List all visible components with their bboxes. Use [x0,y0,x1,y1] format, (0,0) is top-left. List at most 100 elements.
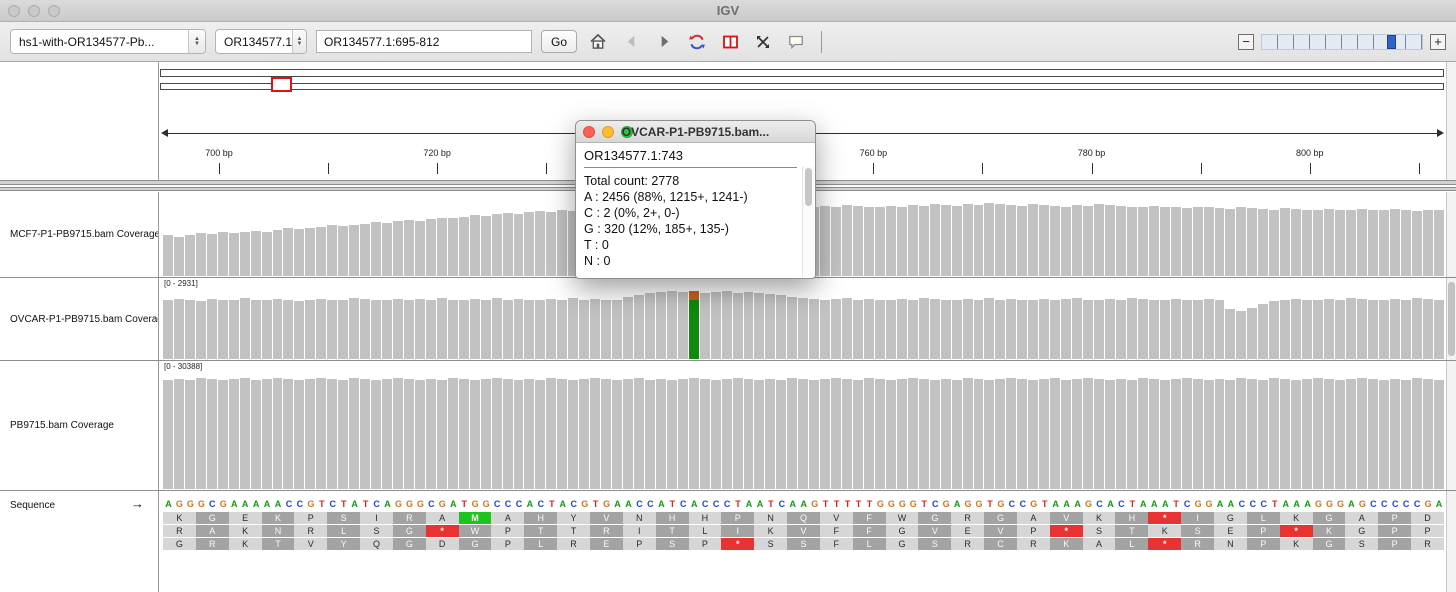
track-name-label: OVCAR-P1-PB9715.bam Coverag [10,314,158,325]
forward-icon[interactable] [652,30,676,54]
ruler-tick-mark [328,163,329,174]
zoom-out-button[interactable]: − [1238,34,1254,50]
coverage-bar [426,219,436,276]
sequence-base: A [754,498,765,511]
ruler-tick-label: 720 bp [423,148,451,158]
coverage-bar [952,206,962,276]
coverage-bar [1050,300,1060,360]
coverage-bar [470,380,480,489]
popup-scrollbar[interactable] [802,166,814,277]
refresh-icon[interactable] [685,30,709,54]
coverage-bar [251,231,261,276]
home-icon[interactable] [586,30,610,54]
track-name-ovcar[interactable]: OVCAR-P1-PB9715.bam Coverag [0,278,158,360]
coverage-bar [897,207,907,276]
define-region-icon[interactable] [718,30,742,54]
sequence-strand-arrow-icon[interactable]: → [131,496,144,511]
sequence-base: A [787,498,798,511]
chromosome-select[interactable]: OR134577.1 ▲▼ [215,29,307,54]
zoom-in-button[interactable]: + [1430,34,1446,50]
amino-acid-cell: I [623,525,656,537]
zoom-slider-thumb[interactable] [1387,35,1396,49]
view-region-red-box[interactable] [271,77,292,92]
coverage-bar [1401,380,1411,489]
sequence-base: C [207,498,218,511]
sequence-base: T [1171,498,1182,511]
coverage-bar [1171,207,1181,276]
coverage-bar [503,300,513,360]
sequence-base: C [1006,498,1017,511]
amino-acid-cell: G [459,538,492,550]
popup-scrollbar-thumb[interactable] [805,168,812,206]
back-icon[interactable] [619,30,643,54]
tooltip-bubble-icon[interactable] [784,30,808,54]
fit-to-window-icon[interactable] [751,30,775,54]
amino-acid-cell: T [656,525,689,537]
coverage-bar [1061,207,1071,276]
amino-acid-cell: P [491,525,524,537]
right-scrollbar-rail[interactable] [1446,62,1456,180]
sequence-data-panel[interactable]: AGGGCGAAAAACCGTCTATCAGGGCGATGGCCCACTACGT… [159,491,1446,592]
coverage-bar [941,300,951,360]
go-button[interactable]: Go [541,30,577,53]
sequence-base: A [273,498,284,511]
track-name-mcf7[interactable]: MCF7-P1-PB9715.bam Coverage [0,192,158,277]
coverage-bar [1258,380,1268,489]
coverage-bar [1039,205,1049,276]
sequence-base: G [995,498,1006,511]
right-scrollbar-rail[interactable] [1446,491,1456,592]
amino-acid-cell: T [524,525,557,537]
genome-select-stepper-icon[interactable]: ▲▼ [188,30,205,53]
amino-acid-cell: P [1411,525,1444,537]
sequence-base: C [1094,498,1105,511]
coverage-bar [886,300,896,360]
amino-acid-cell: G [1345,525,1378,537]
coverage-bar [273,299,283,359]
right-scrollbar-rail[interactable] [1446,361,1456,490]
track-range-label: [0 - 2931] [164,279,198,288]
coverage-bar [1357,299,1367,359]
coverage-bar [240,378,250,489]
track-data-pb9715[interactable]: [0 - 30388] [159,361,1446,490]
coverage-bar [1105,299,1115,359]
coverage-bar [1083,300,1093,360]
coverage-bar [229,379,239,489]
sequence-base: C [514,498,525,511]
allele-a-segment [689,300,699,359]
right-scrollbar-rail[interactable] [1446,192,1456,277]
coverage-bar [283,379,293,489]
sequence-base: T [765,498,776,511]
track-name-pb9715[interactable]: PB9715.bam Coverage [0,361,158,490]
sequence-rows: AGGGCGAAAAACCGTCTATCAGGGCGATGGCCCACTACGT… [163,498,1444,550]
chromosome-select-stepper-icon[interactable]: ▲▼ [292,30,306,53]
coverage-bar [360,224,370,276]
genome-select[interactable]: hs1-with-OR134577-Pb... ▲▼ [10,29,206,54]
coverage-bar [459,300,469,359]
sequence-base: G [601,498,612,511]
coverage-bar [218,232,228,276]
coverage-bar [952,300,962,359]
sequence-track-name[interactable]: Sequence → [0,491,158,592]
popup-titlebar[interactable]: OVCAR-P1-PB9715.bam... [576,121,815,143]
right-scrollbar-rail[interactable] [1446,278,1456,360]
sequence-base: A [1280,498,1291,511]
coverage-bar [163,380,173,489]
sequence-base: T [667,498,678,511]
coverage-bar [262,300,272,359]
coverage-bar [1291,380,1301,489]
coverage-bar [1171,379,1181,489]
ruler-tick-mark [1419,163,1420,174]
track-data-ovcar[interactable]: [0 - 2931] [159,278,1446,360]
coverage-bar [1390,209,1400,276]
coverage-bar [711,380,721,489]
coverage-bar [448,218,458,276]
coverage-bar [437,298,447,359]
sequence-base: C [294,498,305,511]
coverage-bar [995,300,1005,360]
locus-input[interactable] [316,30,532,53]
coverage-bar [229,233,239,276]
zoom-slider-track[interactable] [1261,34,1423,50]
coverage-popup-window[interactable]: OVCAR-P1-PB9715.bam... OR134577.1:743 To… [575,120,816,279]
scrollbar-thumb[interactable] [1448,282,1455,356]
sequence-base: G [1357,498,1368,511]
